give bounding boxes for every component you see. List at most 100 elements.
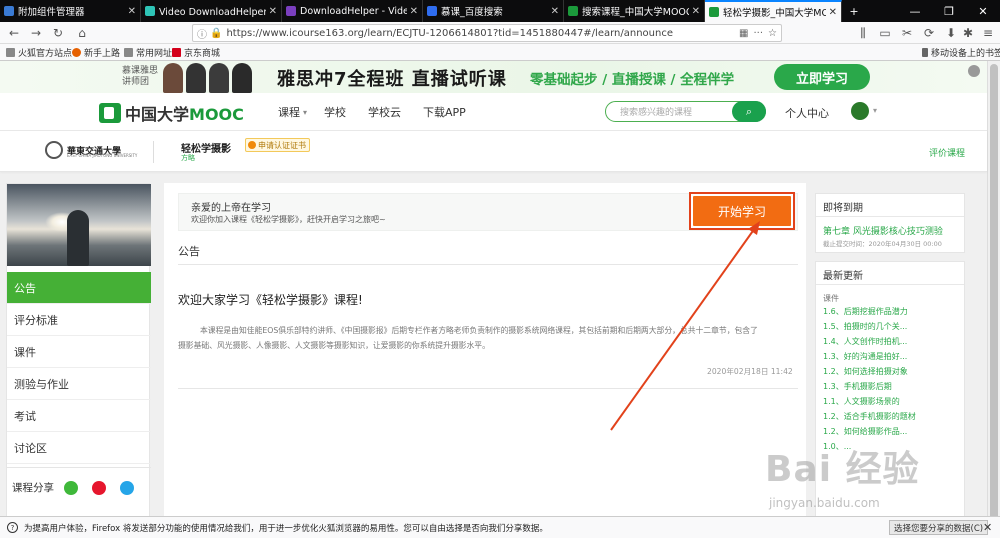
qr-icon[interactable]: ▦ [739,28,748,39]
baidu-icon [427,6,437,16]
avatar[interactable] [851,102,869,120]
folder-icon [6,48,15,57]
search-icon[interactable]: ⌕ [732,101,766,122]
sidebar-item-courseware[interactable]: 课件 [7,336,151,368]
update-item[interactable]: 1.2、适合手机摄影的题材 [823,411,916,422]
maximize-button[interactable]: ❐ [932,0,966,22]
close-icon[interactable]: ✕ [692,6,700,17]
chevron-down-icon[interactable]: ▾ [873,106,877,115]
window-close-button[interactable]: ✕ [966,0,1000,22]
update-item[interactable]: 1.4、人文创作时拍机... [823,336,907,347]
library-icon[interactable]: ⫼ [855,25,871,41]
menu-courses[interactable]: 课程 ▾ [278,104,307,120]
qq-icon[interactable] [120,481,134,495]
school-logo[interactable]: 華東交通大學 EAST CHINA JIAOTONG UNIVERSITY [45,141,137,159]
browser-tab-bar: 附加组件管理器 ✕ Video DownloadHelper – 下载 ✕ Do… [0,0,1000,22]
menu-download-app[interactable]: 下载APP [423,104,466,120]
url-bar[interactable]: ⓘ 🔒 https://www.icourse163.org/learn/ECJ… [192,24,782,42]
new-tab-button[interactable]: + [844,0,864,22]
tab-baidu-search[interactable]: 慕课_百度搜索 ✕ [423,0,564,22]
tab-search-courses[interactable]: 搜索课程_中国大学MOOC(慕课) ✕ [564,0,705,22]
chevron-down-icon: ▾ [303,107,308,117]
choose-data-button[interactable]: 选择您要分享的数据(C) [889,520,989,535]
divider [178,264,798,265]
weibo-icon[interactable] [92,481,106,495]
divider [153,141,154,163]
user-center-link[interactable]: 个人中心 [785,105,829,121]
school-seal-icon [45,141,63,159]
sidebar-item-quizzes[interactable]: 测验与作业 [7,368,151,400]
sidebar-item-exam[interactable]: 考试 [7,400,151,432]
close-icon[interactable]: ✕ [128,6,136,17]
bookmark-item[interactable]: 京东商城 [172,46,220,59]
teacher-photo [209,63,229,93]
bookmark-item[interactable]: 新手上路 [72,46,120,59]
tab-video-downloadhelper[interactable]: Video DownloadHelper – 下载 ✕ [141,0,282,22]
update-item[interactable]: 1.3、好的沟通是拍好... [823,351,907,362]
downloadhelper-icon [286,6,296,16]
ad-banner[interactable]: 慕课雅思 讲师团 雅思冲7全程班 直播试听课 零基础起步 / 直播授课 / 全程伴… [0,61,987,93]
divider [178,388,798,389]
baidu-jingyan-watermark: Bai 经验 jingyan.baidu.com [765,449,920,510]
more-dots-icon[interactable]: ··· [753,28,763,39]
update-item[interactable]: 1.3、手机摄影后期 [823,381,892,392]
back-arrow-icon[interactable]: ← [6,25,22,41]
reload-icon[interactable]: ↻ [50,25,66,41]
menu-icon[interactable]: ≡ [980,25,996,41]
update-item[interactable]: 1.2、如何选择拍摄对象 [823,366,908,377]
panel-title: 最新更新 [823,271,863,282]
scrollbar-thumb[interactable] [990,64,998,524]
firefox-icon [72,48,81,57]
page-scrollbar[interactable] [987,61,1000,526]
screenshot-icon[interactable]: ✂ [899,25,915,41]
close-icon[interactable]: ✕ [983,521,992,534]
sidebar-item-discussion[interactable]: 讨论区 [7,432,151,464]
puzzle-icon[interactable]: ✱ [960,25,976,41]
bookmark-folder[interactable]: 火狐官方站点 [6,46,72,59]
wechat-icon[interactable] [64,481,78,495]
puzzle-icon [4,6,14,16]
sidebar-icon[interactable]: ▭ [877,25,893,41]
tab-current-course[interactable]: 轻松学摄影_中国大学MOOC(慕 ✕ [705,0,842,22]
banner-cta-button[interactable]: 立即学习 [774,64,870,90]
banner-close-icon[interactable] [968,65,980,77]
mobile-bookmarks[interactable]: 移动设备上的书签 [922,46,1000,59]
close-icon[interactable]: ✕ [410,6,418,17]
apply-certificate-button[interactable]: 申请认证证书 [245,138,310,152]
tab-addons[interactable]: 附加组件管理器 ✕ [0,0,141,22]
banner-headline: 雅思冲7全程班 直播试听课 [277,69,507,90]
site-header: 中国大学MOOC 课程 ▾ 学校 学校云 下载APP 搜索感兴趣的课程 ⌕ 个人中… [0,93,987,131]
sync-icon[interactable]: ⟳ [921,25,937,41]
tab-downloadhelper-site[interactable]: DownloadHelper - Video do ✕ [282,0,423,22]
upcoming-item[interactable]: 第七章 风光摄影核心技巧测验 [823,224,943,237]
telemetry-notification-bar: ? 为提高用户体验，Firefox 将发送部分功能的使用情况给我们，用于进一步优… [0,516,1000,538]
bookmark-star-icon[interactable]: ☆ [768,28,777,39]
update-item[interactable]: 1.6、后期挖掘作品潜力 [823,306,908,317]
sidebar-item-grading[interactable]: 评分标准 [7,304,151,336]
jd-icon [172,48,181,57]
close-icon[interactable]: ✕ [269,6,277,17]
sidebar-item-announcements[interactable]: 公告 [7,272,151,304]
start-learning-button[interactable]: 开始学习 [693,196,791,226]
phone-icon [922,48,928,57]
info-icon: ? [7,522,18,533]
update-item[interactable]: 1.5、拍摄时的几个关... [823,321,907,332]
info-icon[interactable]: ⓘ [197,26,207,41]
home-icon[interactable]: ⌂ [74,25,90,41]
url-text[interactable]: https://www.icourse163.org/learn/ECJTU-1… [226,28,734,39]
menu-schools[interactable]: 学校 [324,104,346,120]
close-icon[interactable]: ✕ [551,6,559,17]
forward-arrow-icon[interactable]: → [28,25,44,41]
bookmark-folder[interactable]: 常用网址 [124,46,172,59]
mooc-logo[interactable]: 中国大学MOOC [99,101,244,125]
course-header: 華東交通大學 EAST CHINA JIAOTONG UNIVERSITY 轻松… [0,131,987,172]
update-item[interactable]: 1.1、人文摄影场景的 [823,396,900,407]
extension-icon[interactable]: ⬇ [943,25,959,41]
course-teacher[interactable]: 方略 [181,153,195,163]
menu-school-cloud[interactable]: 学校云 [368,104,401,120]
minimize-button[interactable]: — [898,0,932,22]
evaluate-course-link[interactable]: 评价课程 [929,146,965,159]
update-item[interactable]: 1.2、如何给摄影作品... [823,426,907,437]
close-icon[interactable]: ✕ [829,7,837,18]
search-input[interactable]: 搜索感兴趣的课程 ⌕ [605,101,766,122]
